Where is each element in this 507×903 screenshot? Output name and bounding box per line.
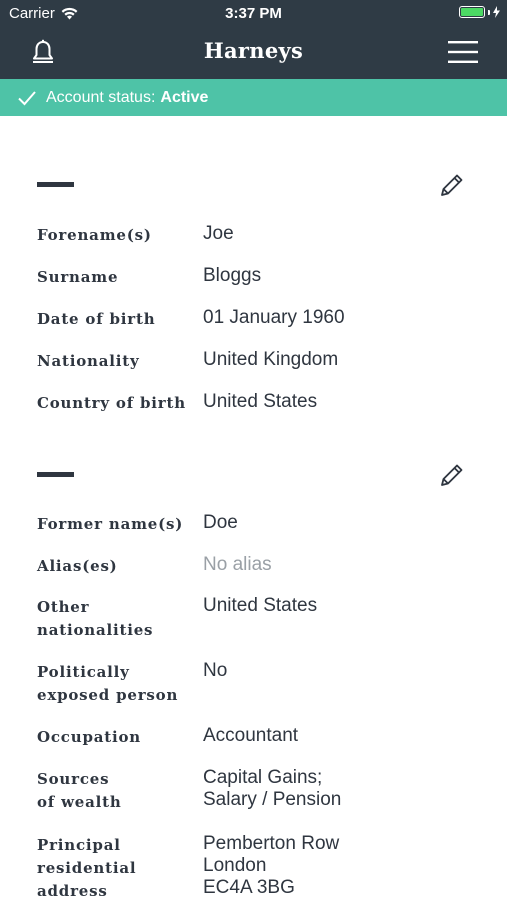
battery-icon — [459, 6, 485, 18]
checkmark-icon — [18, 90, 36, 105]
detail-value: Joe — [203, 223, 234, 244]
detail-value: Accountant — [203, 725, 299, 746]
section-divider-dash — [37, 182, 74, 187]
detail-label: Date of birth — [37, 310, 156, 328]
pencil-icon[interactable] — [436, 171, 466, 201]
account-status-banner: Account status: Active — [0, 79, 507, 116]
clock: 3:37 PM — [225, 5, 282, 22]
battery-indicator — [459, 6, 500, 18]
detail-label: Forename(s) — [37, 226, 152, 244]
account-status-value: Active — [160, 88, 209, 106]
pencil-icon[interactable] — [436, 461, 466, 491]
detail-label: Principal residential address — [37, 836, 137, 900]
app-header: Carrier 3:37 PM Harneys — [0, 0, 507, 79]
detail-label: Alias(es) — [37, 557, 118, 575]
detail-label: Nationality — [37, 352, 140, 370]
detail-label: Sources of wealth — [37, 770, 122, 811]
detail-label: Politically exposed person — [37, 663, 179, 704]
account-status-label: Account status: — [46, 88, 156, 106]
detail-value: No alias — [203, 554, 272, 575]
detail-value: Capital Gains; Salary / Pension — [203, 767, 342, 810]
status-bar: Carrier 3:37 PM — [0, 0, 507, 28]
detail-value: 01 January 1960 — [203, 307, 345, 328]
app-title: Harneys — [203, 38, 304, 63]
detail-value: Doe — [203, 512, 238, 533]
hamburger-menu-icon[interactable] — [448, 40, 478, 64]
detail-label: Surname — [37, 268, 119, 286]
detail-label: Former name(s) — [37, 515, 184, 533]
detail-value: Pemberton Row London EC4A 3BG — [203, 833, 340, 898]
detail-value: United States — [203, 391, 318, 412]
detail-value: United Kingdom — [203, 349, 339, 370]
detail-value: No — [203, 660, 228, 681]
detail-label: Occupation — [37, 728, 141, 746]
charging-bolt-icon — [493, 6, 500, 18]
detail-label: Country of birth — [37, 394, 186, 412]
navigation-bar: Harneys — [0, 28, 507, 79]
section-divider-dash — [37, 472, 74, 477]
detail-value: United States — [203, 595, 318, 616]
detail-value: Bloggs — [203, 265, 262, 286]
detail-label: Other nationalities — [37, 598, 154, 639]
